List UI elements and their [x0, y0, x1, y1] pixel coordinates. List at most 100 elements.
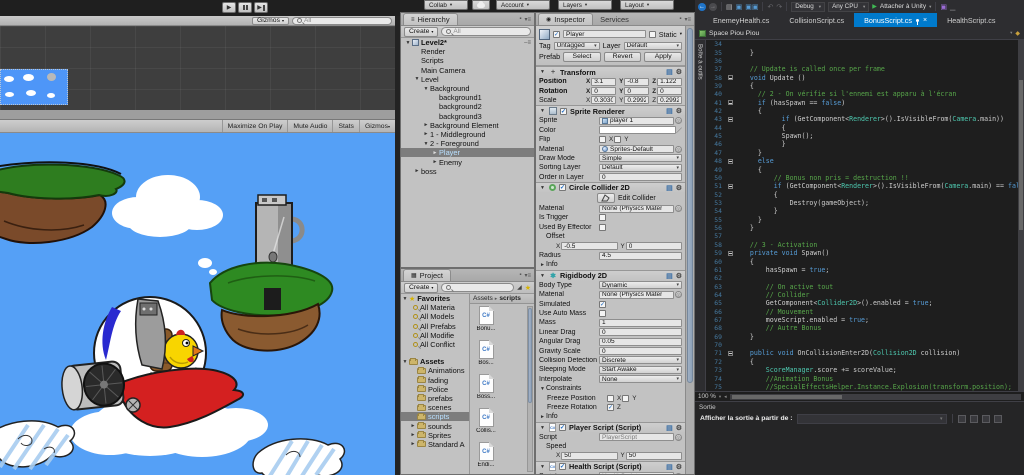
edit-collider-button[interactable]: [597, 193, 615, 203]
fold-marker-icon[interactable]: [728, 159, 733, 164]
gear-icon[interactable]: ⚙: [676, 272, 682, 280]
fold-arrow-icon[interactable]: ▼: [539, 273, 546, 279]
asset-collis[interactable]: C#Collis...: [472, 408, 500, 441]
fold-arrow-icon[interactable]: ▼: [539, 386, 546, 392]
horizontal-scrollbar[interactable]: [730, 394, 1021, 400]
close-icon[interactable]: ×: [923, 17, 927, 24]
eyedropper-icon[interactable]: ／: [676, 126, 682, 135]
fold-arrow-icon[interactable]: ►: [422, 131, 430, 137]
object-picker-icon[interactable]: ◎: [675, 117, 682, 124]
component-header-rigidbody-2d[interactable]: ▼✱Rigidbody 2D▤⚙: [536, 270, 685, 281]
static-checkbox[interactable]: [649, 31, 656, 38]
fold-gutter[interactable]: [726, 251, 734, 256]
hierarchy-search-input[interactable]: All: [441, 27, 531, 36]
cloud-button[interactable]: [472, 0, 490, 10]
fold-gutter[interactable]: [726, 75, 734, 80]
checkbox[interactable]: ✓: [559, 424, 566, 431]
save-icon[interactable]: ▣: [736, 3, 743, 11]
asset-boss[interactable]: C#Boss...: [472, 374, 500, 407]
fold-arrow-icon[interactable]: ►: [422, 122, 430, 128]
checkbox[interactable]: [607, 395, 614, 402]
color-swatch[interactable]: [599, 126, 676, 134]
navigate-forward-icon[interactable]: →: [709, 3, 717, 11]
fold-arrow-icon[interactable]: ►: [409, 423, 417, 429]
fold-gutter[interactable]: [726, 100, 734, 105]
attach-to-unity-button[interactable]: Attacher à Unity: [880, 3, 926, 10]
object-picker-icon[interactable]: ◎: [675, 146, 682, 153]
tab-healthscript-cs[interactable]: HealthScript.cs: [937, 13, 1005, 27]
axis-field[interactable]: 0: [657, 87, 682, 95]
gear-icon[interactable]: ⚙: [676, 107, 682, 115]
start-debug-icon[interactable]: ▶: [872, 3, 877, 10]
folder-scenes[interactable]: scenes: [401, 403, 469, 412]
game-toolbar-mute-audio[interactable]: Mute Audio: [287, 120, 332, 132]
pause-button[interactable]: [238, 2, 252, 13]
folder-sounds[interactable]: ►sounds: [401, 421, 469, 430]
fold-arrow-icon[interactable]: ▼: [422, 86, 430, 92]
checkbox[interactable]: [599, 310, 606, 317]
gear-icon[interactable]: ⚙: [676, 68, 682, 76]
object-picker-icon[interactable]: ◎: [675, 205, 682, 212]
hierarchy-create-button[interactable]: Create▾: [404, 27, 438, 37]
asset-bos[interactable]: C#Bos...: [472, 340, 500, 373]
axis-field[interactable]: 1.122: [657, 78, 682, 86]
favorite-all-materia[interactable]: All Materia: [401, 303, 469, 312]
toggle-wordwrap-icon[interactable]: [994, 415, 1002, 423]
navigate-back-icon[interactable]: ←: [698, 3, 706, 11]
object-field[interactable]: player 1: [599, 117, 674, 125]
checkbox[interactable]: ✓: [559, 184, 566, 191]
clear-all-icon[interactable]: [982, 415, 990, 423]
fold-arrow-icon[interactable]: ▼: [539, 425, 546, 431]
game-view[interactable]: [0, 133, 395, 475]
axis-field[interactable]: -0.8: [624, 78, 649, 86]
layer-dropdown[interactable]: Default▾: [624, 42, 682, 50]
folder-sprites[interactable]: ►Sprites: [401, 431, 469, 440]
fold-marker-icon[interactable]: [728, 351, 733, 356]
tab-inspector[interactable]: ◉Inspector: [538, 13, 593, 25]
reference-icon[interactable]: ▤: [666, 107, 673, 115]
prefab-select-button[interactable]: Select: [563, 52, 601, 62]
component-header-circle-collider-2d[interactable]: ▼✓Circle Collider 2D▤⚙: [536, 182, 685, 193]
game-toolbar-stats[interactable]: Stats: [332, 120, 359, 132]
fold-marker-icon[interactable]: [728, 100, 733, 105]
object-field[interactable]: Sprites-Default: [599, 145, 674, 153]
panel-splitter[interactable]: [0, 110, 395, 120]
hierarchy-item-main-camera[interactable]: Main Camera: [401, 66, 534, 75]
hierarchy-item-scripts[interactable]: Scripts: [401, 56, 534, 65]
favorite-search-icon[interactable]: ★: [525, 284, 531, 292]
gear-icon[interactable]: ⚙: [676, 184, 682, 192]
next-message-icon[interactable]: [970, 415, 978, 423]
navbar-dropdown-icon[interactable]: ▾: [1010, 30, 1012, 36]
tab-hierarchy[interactable]: ≡Hierarchy: [403, 13, 458, 25]
hierarchy-item-background1[interactable]: background1: [401, 93, 534, 102]
text-field[interactable]: 0: [599, 328, 682, 336]
hierarchy-item-background2[interactable]: background2: [401, 102, 534, 111]
component-header-transform[interactable]: ▼+Transform▤⚙: [536, 66, 685, 77]
code-area[interactable]: 3435 }3637 // Update is called once per …: [706, 40, 1024, 391]
fold-arrow-icon[interactable]: ►: [431, 150, 439, 156]
fold-arrow-icon[interactable]: ►: [539, 262, 546, 268]
dropdown-field[interactable]: Start Awake▾: [599, 366, 682, 374]
object-field[interactable]: PlayerScript: [599, 433, 674, 441]
prefab-revert-button[interactable]: Revert: [604, 52, 642, 62]
hierarchy-item-level[interactable]: ▼Level: [401, 75, 534, 84]
redo-icon[interactable]: ↷: [776, 3, 782, 11]
inspector-scrollbar[interactable]: [685, 26, 694, 474]
gameobject-name-field[interactable]: Player: [563, 30, 646, 38]
gear-icon[interactable]: ⚙: [676, 463, 682, 471]
attach-dropdown-icon[interactable]: ▾: [929, 4, 931, 10]
search-by-type-icon[interactable]: ◢: [517, 284, 522, 291]
axis-field[interactable]: 0.2992: [624, 96, 649, 104]
pin-icon[interactable]: [916, 19, 919, 22]
axis-field[interactable]: 0: [626, 242, 682, 250]
axis-field[interactable]: 3.1: [591, 78, 616, 86]
hierarchy-item-2-foreground[interactable]: ▼2 - Foreground: [401, 139, 534, 148]
game-toolbar-gizmos[interactable]: Gizmos ▾: [359, 120, 395, 132]
favorite-all-modifie[interactable]: All Modifie: [401, 331, 469, 340]
dropdown-field[interactable]: Default▾: [599, 164, 682, 172]
dropdown-field[interactable]: Discrete▾: [599, 356, 682, 364]
fold-arrow-icon[interactable]: ►: [539, 414, 546, 420]
hierarchy-item-player[interactable]: ►Player: [401, 148, 534, 157]
toolbox-side-tab[interactable]: Boîte à outils: [695, 40, 706, 391]
panel-menu-icon[interactable]: ▾≡: [524, 16, 531, 23]
